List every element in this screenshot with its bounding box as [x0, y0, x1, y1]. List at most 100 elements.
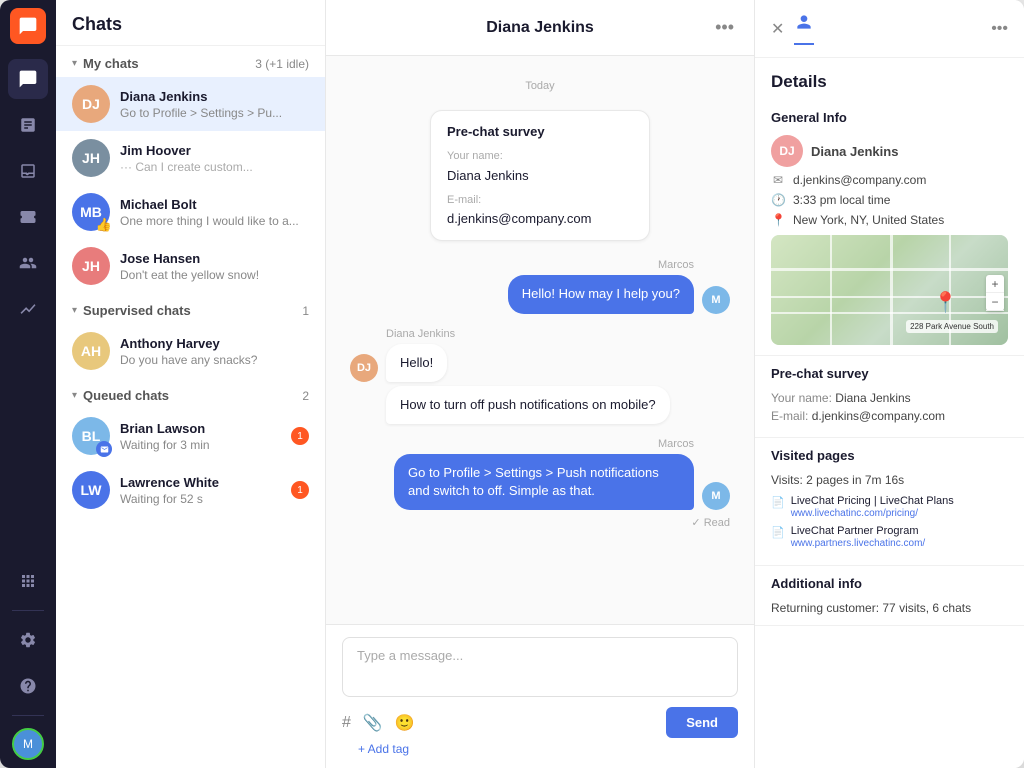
- read-receipt: ✓ Read: [350, 516, 730, 529]
- details-title: Details: [755, 58, 1024, 100]
- map-road-v2: [890, 235, 893, 345]
- page-url-1[interactable]: www.livechatinc.com/pricing/: [791, 508, 918, 519]
- visited-page-1: 📄 LiveChat Pricing | LiveChat Plans www.…: [771, 495, 1008, 519]
- queued-section-header[interactable]: ▾ Queued chats 2: [56, 378, 325, 409]
- michael-name: Michael Bolt: [120, 197, 309, 212]
- nav-inbox[interactable]: [8, 151, 48, 191]
- survey-email-value: d.jenkins@company.com: [447, 210, 633, 228]
- nav-chats[interactable]: [8, 59, 48, 99]
- survey-name-value: Diana Jenkins: [447, 167, 633, 185]
- diana-avatar-msg: DJ: [350, 354, 378, 382]
- details-more-button[interactable]: •••: [991, 20, 1008, 38]
- queued-chevron: ▾: [72, 390, 77, 401]
- send-button[interactable]: Send: [666, 707, 738, 738]
- sender-marcos-2: Marcos: [350, 438, 730, 450]
- chat-more-button[interactable]: •••: [715, 17, 734, 38]
- queued-count: 2: [302, 389, 309, 403]
- brian-info: Brian Lawson Waiting for 3 min: [120, 421, 291, 452]
- bubble-hello-user: Hello!: [386, 344, 447, 382]
- general-info-section: General Info DJ Diana Jenkins ✉ d.jenkin…: [755, 100, 1024, 356]
- jose-preview: Don't eat the yellow snow!: [120, 268, 309, 282]
- customer-name-row: DJ Diana Jenkins: [771, 135, 1008, 167]
- chat-messages: Today Pre-chat survey Your name: Diana J…: [326, 56, 754, 624]
- nav-apps[interactable]: [8, 561, 48, 601]
- hashtag-icon[interactable]: #: [342, 714, 351, 732]
- nav-divider-2: [12, 715, 44, 716]
- map-zoom-in[interactable]: +: [986, 275, 1004, 293]
- page-url-2[interactable]: www.partners.livechatinc.com/: [791, 538, 926, 549]
- anthony-preview: Do you have any snacks?: [120, 353, 309, 367]
- prechat-email-value: d.jenkins@company.com: [812, 409, 945, 423]
- customer-time: 3:33 pm local time: [793, 193, 890, 207]
- lawrence-name: Lawrence White: [120, 475, 291, 490]
- close-button[interactable]: ✕: [771, 19, 784, 39]
- location-icon: 📍: [771, 213, 785, 227]
- main-chat: Diana Jenkins ••• Today Pre-chat survey …: [326, 0, 754, 768]
- map-background: 📍 228 Park Avenue South + −: [771, 235, 1008, 345]
- bubble-settings-agent: Go to Profile > Settings > Push notifica…: [394, 454, 694, 510]
- brian-name: Brian Lawson: [120, 421, 291, 436]
- nav-analytics[interactable]: [8, 289, 48, 329]
- page-icon-2: 📄: [771, 526, 785, 539]
- lawrence-info: Lawrence White Waiting for 52 s: [120, 475, 291, 506]
- chat-item-anthony[interactable]: AH Anthony Harvey Do you have any snacks…: [56, 324, 325, 378]
- nav-tickets[interactable]: [8, 197, 48, 237]
- general-info-title: General Info: [771, 110, 1008, 125]
- chat-item-diana[interactable]: DJ Diana Jenkins Go to Profile > Setting…: [56, 77, 325, 131]
- jim-preview: ··· Can I create custom...: [120, 160, 309, 174]
- details-panel: ✕ ••• Details General Info DJ Diana Jenk…: [754, 0, 1024, 768]
- sidebar: Chats ▾ My chats 3 (+1 idle) DJ Diana Je…: [56, 0, 326, 768]
- nav-divider-1: [12, 610, 44, 611]
- map-placeholder: 📍 228 Park Avenue South + −: [771, 235, 1008, 345]
- chat-item-lawrence[interactable]: LW Lawrence White Waiting for 52 s 1: [56, 463, 325, 517]
- nav-settings[interactable]: [8, 620, 48, 660]
- customer-email: d.jenkins@company.com: [793, 173, 926, 187]
- my-chats-section-header[interactable]: ▾ My chats 3 (+1 idle): [56, 46, 325, 77]
- chat-input-box[interactable]: Type a message...: [342, 637, 738, 697]
- my-chats-count: 3 (+1 idle): [255, 57, 309, 71]
- map-pin: 📍: [933, 290, 958, 315]
- michael-info: Michael Bolt One more thing I would like…: [120, 197, 309, 228]
- diana-name: Diana Jenkins: [120, 89, 309, 104]
- visits-meta: Visits: 2 pages in 7m 16s: [771, 473, 1008, 487]
- chat-input-area: Type a message... # 📎 🙂 Send + Add tag: [326, 624, 754, 768]
- details-panel-header: ✕ •••: [755, 0, 1024, 58]
- visited-pages-section: Visited pages Visits: 2 pages in 7m 16s …: [755, 438, 1024, 566]
- lawrence-badge: 1: [291, 481, 309, 499]
- app-logo[interactable]: [10, 8, 46, 44]
- prechat-email-label: E-mail:: [771, 409, 808, 423]
- prechat-name-row: Your name: Diana Jenkins: [771, 391, 1008, 405]
- survey-bubble: Pre-chat survey Your name: Diana Jenkins…: [430, 110, 650, 241]
- nav-visitors[interactable]: [8, 243, 48, 283]
- customer-email-row: ✉ d.jenkins@company.com: [771, 173, 1008, 187]
- msg-group-hello-user: Diana Jenkins DJ Hello! How to turn off …: [350, 328, 730, 428]
- bubble-push-question: How to turn off push notifications on mo…: [386, 386, 670, 424]
- page-icon-1: 📄: [771, 496, 785, 509]
- jim-info: Jim Hoover ··· Can I create custom...: [120, 143, 309, 174]
- nav-reports[interactable]: [8, 105, 48, 145]
- prechat-email-row: E-mail: d.jenkins@company.com: [771, 409, 1008, 423]
- supervised-section-header[interactable]: ▾ Supervised chats 1: [56, 293, 325, 324]
- diana-preview: Go to Profile > Settings > Pu...: [120, 106, 309, 120]
- customer-avatar: DJ: [771, 135, 803, 167]
- lawrence-preview: Waiting for 52 s: [120, 492, 291, 506]
- chat-item-brian[interactable]: BL Brian Lawson Waiting for 3 min 1: [56, 409, 325, 463]
- chat-item-michael[interactable]: MB 👍 Michael Bolt One more thing I would…: [56, 185, 325, 239]
- anthony-name: Anthony Harvey: [120, 336, 309, 351]
- prechat-name-value: Diana Jenkins: [835, 391, 910, 405]
- details-tab-person[interactable]: [794, 12, 814, 45]
- jim-avatar: JH: [72, 139, 110, 177]
- customer-location: New York, NY, United States: [793, 213, 944, 227]
- brian-badge: 1: [291, 427, 309, 445]
- supervised-label: Supervised chats: [83, 303, 302, 318]
- chat-item-jose[interactable]: JH Jose Hansen Don't eat the yellow snow…: [56, 239, 325, 293]
- attachment-icon[interactable]: 📎: [363, 713, 383, 733]
- nav-help[interactable]: [8, 666, 48, 706]
- add-tag-button[interactable]: + Add tag: [342, 738, 738, 760]
- user-avatar[interactable]: M: [12, 728, 44, 760]
- page-title-2: LiveChat Partner Program: [791, 525, 926, 537]
- emoji-icon[interactable]: 🙂: [395, 713, 415, 733]
- map-zoom-out[interactable]: −: [986, 293, 1004, 311]
- chat-item-jim[interactable]: JH Jim Hoover ··· Can I create custom...: [56, 131, 325, 185]
- survey-email-label: E-mail:: [447, 193, 633, 208]
